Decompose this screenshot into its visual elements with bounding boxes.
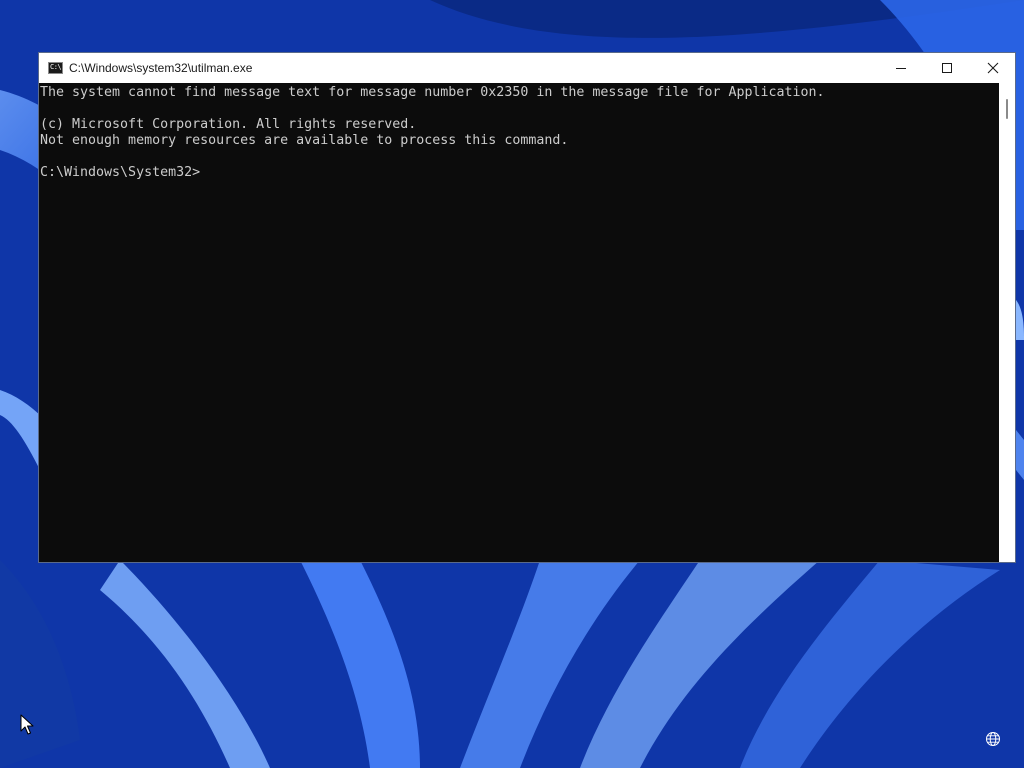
mouse-pointer-icon — [20, 714, 34, 735]
vertical-scrollbar[interactable] — [999, 83, 1015, 562]
command-prompt[interactable]: C:\Windows\System32> — [40, 165, 200, 181]
desktop: C:\ C:\Windows\system32\utilman.exe The … — [0, 0, 1024, 768]
console-line: Not enough memory resources are availabl… — [40, 133, 569, 148]
console-line: The system cannot find message text for … — [40, 85, 825, 100]
console-output[interactable]: The system cannot find message text for … — [39, 83, 999, 562]
window-title: C:\Windows\system32\utilman.exe — [69, 61, 253, 75]
close-button[interactable] — [970, 53, 1016, 83]
globe-icon[interactable] — [985, 731, 1001, 747]
minimize-icon — [896, 68, 906, 69]
scrollbar-thumb[interactable] — [1006, 99, 1008, 119]
minimize-button[interactable] — [878, 53, 924, 83]
close-icon — [987, 62, 999, 74]
cmd-window[interactable]: C:\ C:\Windows\system32\utilman.exe The … — [38, 52, 1016, 563]
title-bar[interactable]: C:\ C:\Windows\system32\utilman.exe — [39, 53, 1015, 83]
console-line: (c) Microsoft Corporation. All rights re… — [40, 117, 417, 132]
maximize-button[interactable] — [924, 53, 970, 83]
cmd-icon-label: C:\ — [50, 63, 62, 71]
cmd-icon: C:\ — [48, 62, 63, 74]
maximize-icon — [942, 63, 952, 73]
